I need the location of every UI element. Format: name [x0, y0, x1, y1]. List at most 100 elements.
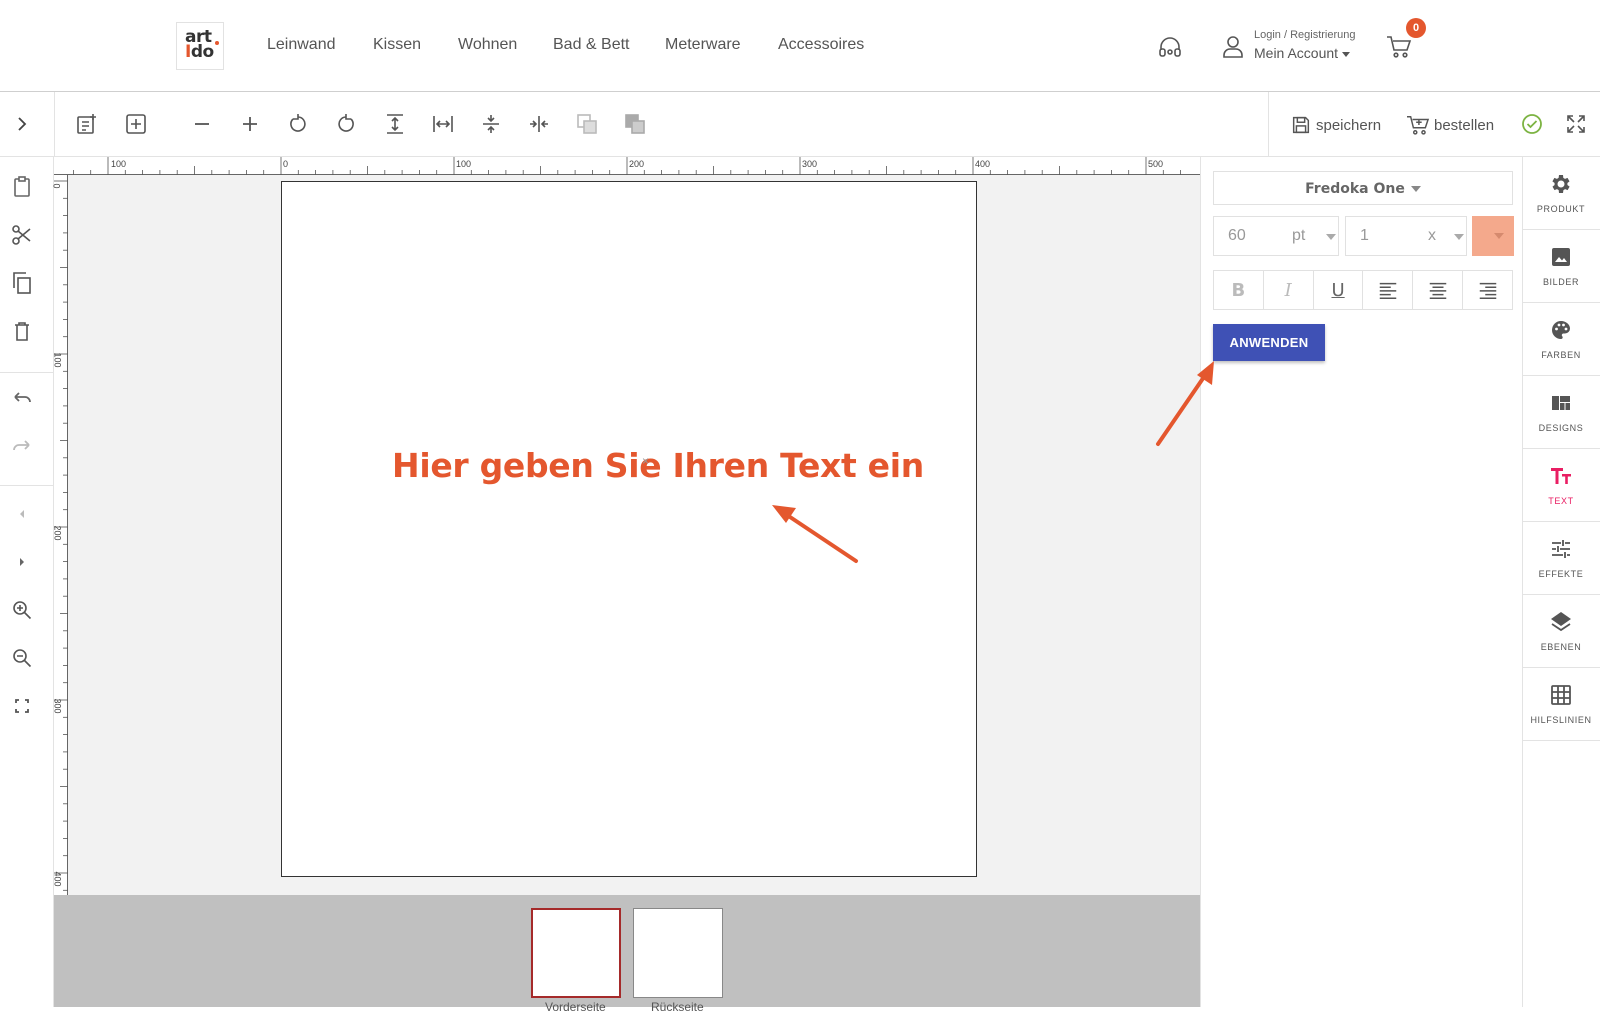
sidebar-separator — [0, 372, 54, 373]
next-icon[interactable] — [10, 550, 34, 574]
ruler-label: 100 — [456, 159, 472, 169]
chevron-down-icon — [1454, 234, 1464, 240]
font-family-value: Fredoka One — [1305, 181, 1405, 197]
previous-icon[interactable] — [10, 502, 34, 526]
fullscreen-icon[interactable] — [10, 694, 34, 718]
apply-button[interactable]: ANWENDEN — [1213, 324, 1325, 361]
align-right-button[interactable] — [1463, 271, 1512, 309]
site-logo[interactable]: art Ido — [176, 22, 224, 70]
underline-button[interactable]: U — [1314, 271, 1364, 309]
login-register-link[interactable]: Login / Registrierung — [1254, 29, 1356, 41]
redo-icon[interactable] — [10, 435, 34, 459]
tab-bilder[interactable]: BILDER — [1522, 230, 1600, 303]
tab-ebenen[interactable]: EBENEN — [1522, 595, 1600, 668]
align-vertical-icon[interactable] — [383, 112, 407, 136]
font-size-unit: pt — [1292, 227, 1306, 244]
ruler-label: 400 — [975, 159, 991, 169]
align-right-icon — [1479, 282, 1496, 299]
cut-icon[interactable] — [10, 223, 34, 247]
undo-icon[interactable] — [10, 387, 34, 411]
palette-icon — [1552, 321, 1570, 339]
page-thumb-front[interactable] — [531, 908, 621, 998]
toolbar-separator — [1268, 92, 1269, 157]
ruler-label: 400 — [52, 871, 63, 887]
design-canvas-page[interactable] — [281, 181, 977, 877]
designs-icon — [1552, 396, 1570, 410]
page-thumb-back[interactable] — [633, 908, 723, 998]
user-icon[interactable] — [1222, 35, 1244, 59]
logo-text-line2: Ido — [185, 42, 214, 62]
compress-horizontal-icon[interactable] — [527, 112, 551, 136]
nav-accessoires[interactable]: Accessoires — [778, 36, 864, 54]
font-size-select[interactable]: 60 pt — [1213, 216, 1339, 256]
tab-hilfslinien[interactable]: HILFSLINIEN — [1522, 668, 1600, 741]
support-headset-icon[interactable] — [1157, 35, 1183, 61]
rotate-right-icon[interactable] — [334, 112, 358, 136]
tab-label: EFFEKTE — [1538, 569, 1584, 579]
rotate-left-icon[interactable] — [286, 112, 310, 136]
tab-label: HILFSLINIEN — [1530, 715, 1592, 725]
add-box-icon[interactable] — [124, 112, 148, 136]
align-left-button[interactable] — [1363, 271, 1414, 309]
tab-label: EBENEN — [1540, 642, 1582, 652]
center-marker: × — [642, 454, 650, 468]
plus-icon[interactable] — [238, 112, 262, 136]
order-label: bestellen — [1434, 116, 1495, 134]
add-page-icon[interactable] — [75, 112, 99, 136]
toolbar-separator — [54, 92, 55, 157]
text-icon — [1551, 468, 1571, 484]
tab-effekte[interactable]: EFFEKTE — [1522, 522, 1600, 595]
compress-vertical-icon[interactable] — [479, 112, 503, 136]
zoom-in-icon[interactable] — [10, 598, 34, 622]
tab-produkt[interactable]: PRODUKT — [1522, 157, 1600, 230]
ruler-label: 200 — [52, 525, 63, 541]
fullscreen-toggle-icon[interactable] — [1564, 112, 1588, 136]
page-label-back: Rückseite — [651, 1000, 704, 1014]
expand-chevron-icon[interactable] — [10, 112, 34, 136]
align-center-button[interactable] — [1413, 271, 1464, 309]
nav-leinwand[interactable]: Leinwand — [267, 36, 336, 54]
italic-button[interactable]: I — [1264, 271, 1314, 309]
order-button[interactable]: bestellen — [1406, 112, 1494, 138]
bring-front-icon[interactable] — [623, 112, 647, 136]
tab-label: BILDER — [1542, 277, 1580, 287]
ruler-vertical: 0 100 200 300 400 — [52, 175, 68, 895]
canvas-text-object[interactable]: Hier geben Sie Ihren Text ein — [392, 446, 924, 485]
tab-farben[interactable]: FARBEN — [1522, 303, 1600, 376]
tab-designs[interactable]: DESIGNS — [1522, 376, 1600, 449]
delete-icon[interactable] — [10, 319, 34, 343]
tab-label: PRODUKT — [1536, 204, 1586, 214]
copy-icon[interactable] — [10, 271, 34, 295]
cart-add-icon — [1407, 116, 1430, 135]
tab-label: DESIGNS — [1538, 423, 1584, 433]
send-back-icon[interactable] — [575, 112, 599, 136]
check-circle-icon[interactable] — [1520, 112, 1544, 136]
font-family-select[interactable]: Fredoka One — [1213, 171, 1513, 205]
layers-icon — [1551, 612, 1571, 632]
image-icon — [1552, 248, 1570, 266]
nav-bad-bett[interactable]: Bad & Bett — [553, 36, 630, 54]
account-menu[interactable]: Mein Account — [1254, 45, 1351, 61]
save-button[interactable]: speichern — [1290, 112, 1381, 138]
ruler-label: 300 — [802, 159, 818, 169]
ruler-label: 100 — [111, 159, 127, 169]
save-icon — [1292, 116, 1310, 134]
tab-text[interactable]: TEXT — [1522, 449, 1600, 522]
ruler-label: 0 — [283, 159, 289, 169]
align-horizontal-icon[interactable] — [431, 112, 455, 136]
minus-icon[interactable] — [190, 112, 214, 136]
grid-icon — [1551, 685, 1571, 705]
text-color-picker[interactable] — [1472, 216, 1514, 256]
bold-button[interactable]: B — [1214, 271, 1264, 309]
line-height-select[interactable]: 1 x — [1345, 216, 1467, 256]
paste-icon[interactable] — [10, 175, 34, 199]
zoom-out-icon[interactable] — [10, 646, 34, 670]
chevron-down-icon — [1326, 234, 1336, 240]
nav-kissen[interactable]: Kissen — [373, 36, 421, 54]
nav-wohnen[interactable]: Wohnen — [458, 36, 517, 54]
sidebar-separator — [0, 485, 54, 486]
cart-icon[interactable] — [1386, 34, 1412, 60]
ruler-label: 100 — [52, 352, 63, 368]
nav-meterware[interactable]: Meterware — [665, 36, 741, 54]
chevron-down-icon — [1342, 51, 1351, 57]
